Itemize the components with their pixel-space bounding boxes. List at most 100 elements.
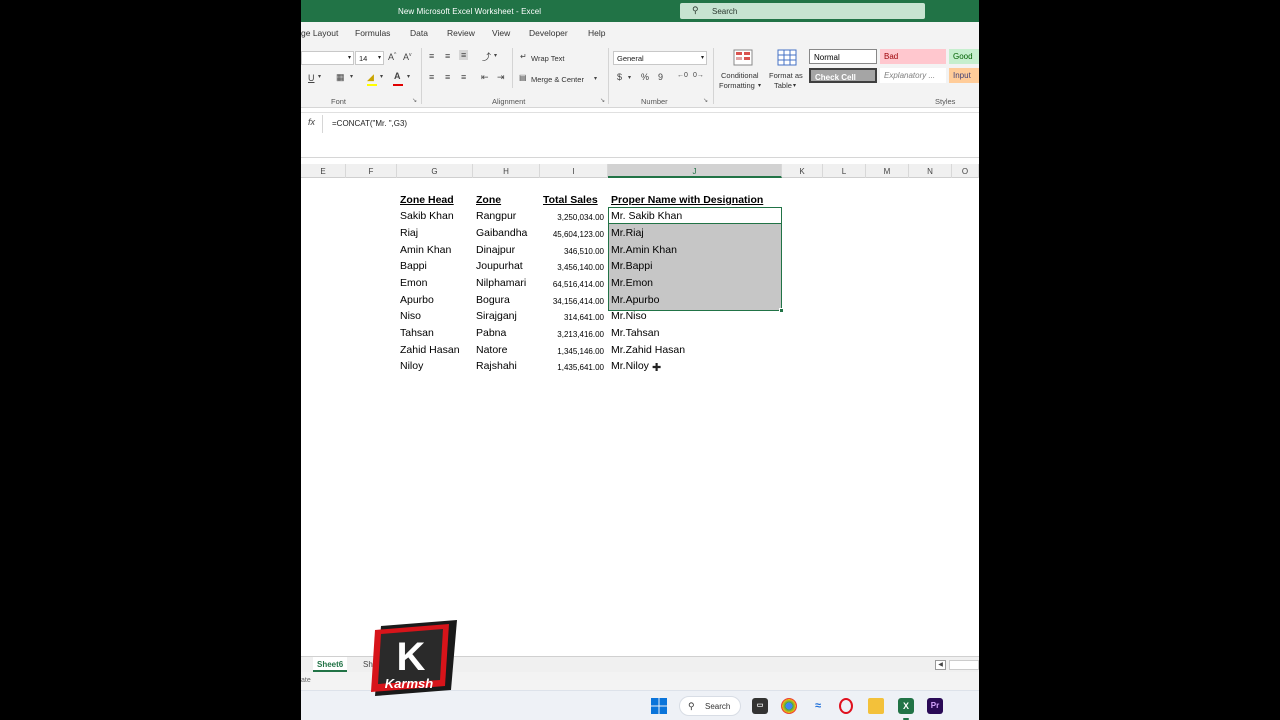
font-color-icon[interactable]: A <box>394 71 401 81</box>
cell-zone-head[interactable]: Niso <box>400 310 421 322</box>
dialog-launcher-icon[interactable]: ↘ <box>412 97 417 104</box>
borders-icon[interactable]: ▦ <box>336 72 345 83</box>
decrease-indent-icon[interactable]: ⇤ <box>481 72 489 83</box>
chevron-down-icon[interactable]: ▾ <box>793 82 796 89</box>
tab-formulas[interactable]: Formulas <box>355 28 390 38</box>
style-bad[interactable]: Bad <box>880 49 946 64</box>
tab-view[interactable]: View <box>492 28 510 38</box>
cell-total-sales[interactable]: 34,156,414.00 <box>540 297 604 306</box>
taskbar-search[interactable]: ⚲ Search <box>679 696 741 716</box>
header-zone[interactable]: Zone <box>476 194 501 206</box>
chevron-down-icon[interactable]: ▾ <box>594 75 597 82</box>
align-middle-icon[interactable]: ≡ <box>445 51 450 61</box>
decrease-font-icon[interactable]: Av <box>403 52 412 62</box>
cell-zone[interactable]: Sirajganj <box>476 310 517 322</box>
dialog-launcher-icon[interactable]: ↘ <box>600 97 605 104</box>
column-header-o[interactable]: O <box>952 164 979 178</box>
cell-total-sales[interactable]: 3,456,140.00 <box>540 263 604 272</box>
column-header-m[interactable]: M <box>866 164 909 178</box>
chevron-down-icon[interactable]: ▾ <box>628 74 631 81</box>
search-box[interactable]: ⚲ Search <box>680 3 925 19</box>
style-check-cell[interactable]: Check Cell <box>809 68 877 83</box>
merge-center-icon[interactable]: ▤ <box>519 73 527 82</box>
column-header-i[interactable]: I <box>540 164 608 178</box>
cell-proper-name[interactable]: Mr.Amin Khan <box>611 244 677 256</box>
opera-icon[interactable] <box>839 698 853 714</box>
column-header-h[interactable]: H <box>473 164 540 178</box>
cell-zone-head[interactable]: Tahsan <box>400 327 434 339</box>
scroll-track[interactable] <box>949 660 979 670</box>
conditional-formatting-label-2[interactable]: Formatting <box>719 81 755 90</box>
cell-total-sales[interactable]: 314,641.00 <box>540 313 604 322</box>
column-header-g[interactable]: G <box>397 164 473 178</box>
cell-proper-name[interactable]: Mr.Zahid Hasan <box>611 344 685 356</box>
fill-handle[interactable] <box>779 308 784 313</box>
style-explanatory[interactable]: Explanatory ... <box>880 68 946 83</box>
cell-zone-head[interactable]: Amin Khan <box>400 244 451 256</box>
style-good[interactable]: Good <box>949 49 979 64</box>
underline-icon[interactable]: U <box>308 73 315 83</box>
increase-font-icon[interactable]: A^ <box>388 52 396 62</box>
cell-zone-head[interactable]: Zahid Hasan <box>400 344 460 356</box>
align-center-icon[interactable]: ≡ <box>445 72 450 82</box>
cell-zone-head[interactable]: Bappi <box>400 260 427 272</box>
cell-proper-name[interactable]: Mr.Niloy <box>611 360 649 372</box>
cell-total-sales[interactable]: 64,516,414.00 <box>540 280 604 289</box>
sheet-tab-active[interactable]: Sheet6 <box>313 657 348 672</box>
cell-zone-head[interactable]: Sakib Khan <box>400 210 454 222</box>
formula-input[interactable]: =CONCAT("Mr. ",G3) <box>332 119 407 128</box>
task-view-icon[interactable]: ▭ <box>752 698 768 714</box>
fill-color-icon[interactable]: ◢ <box>367 72 374 83</box>
decrease-decimal-icon[interactable]: 0→ <box>693 72 704 79</box>
worksheet-grid[interactable]: Zone Head Zone Total Sales Proper Name w… <box>301 178 979 656</box>
merge-center-button[interactable]: Merge & Center <box>531 75 584 84</box>
file-explorer-icon[interactable] <box>868 698 884 714</box>
column-header-k[interactable]: K <box>782 164 823 178</box>
function-icon[interactable]: fx <box>301 115 323 133</box>
cell-proper-name[interactable]: Mr. Sakib Khan <box>611 210 682 222</box>
edge-wave-icon[interactable]: ≈ <box>810 698 826 714</box>
header-zone-head[interactable]: Zone Head <box>400 194 454 206</box>
font-size-box[interactable]: 14 ▾ <box>355 51 384 65</box>
header-total-sales[interactable]: Total Sales <box>543 194 598 206</box>
tab-developer[interactable]: Developer <box>529 28 568 38</box>
cell-total-sales[interactable]: 1,435,641.00 <box>540 363 604 372</box>
font-name-box[interactable]: ▾ <box>301 51 354 65</box>
wrap-text-button[interactable]: Wrap Text <box>531 54 565 63</box>
chevron-down-icon[interactable]: ▾ <box>380 73 383 80</box>
column-header-f[interactable]: F <box>346 164 397 178</box>
chevron-down-icon[interactable]: ▾ <box>407 73 410 80</box>
header-proper-name[interactable]: Proper Name with Designation <box>611 194 763 206</box>
cell-zone[interactable]: Rangpur <box>476 210 516 222</box>
tab-help[interactable]: Help <box>588 28 605 38</box>
format-as-table-icon[interactable] <box>777 49 797 66</box>
cell-total-sales[interactable]: 45,604,123.00 <box>540 230 604 239</box>
cell-zone[interactable]: Joupurhat <box>476 260 523 272</box>
cell-zone[interactable]: Rajshahi <box>476 360 517 372</box>
align-top-icon[interactable]: ≡ <box>429 51 434 61</box>
scroll-left-icon[interactable]: ◀ <box>935 660 946 670</box>
cell-zone[interactable]: Dinajpur <box>476 244 515 256</box>
cell-zone[interactable]: Pabna <box>476 327 506 339</box>
column-header-n[interactable]: N <box>909 164 952 178</box>
orientation-icon[interactable]: ⤴ <box>482 50 491 63</box>
cell-proper-name[interactable]: Mr.Emon <box>611 277 653 289</box>
wrap-text-icon[interactable]: ↵ <box>520 52 527 61</box>
cell-zone[interactable]: Natore <box>476 344 508 356</box>
cell-proper-name[interactable]: Mr.Bappi <box>611 260 652 272</box>
tab-data[interactable]: Data <box>410 28 428 38</box>
increase-indent-icon[interactable]: ⇥ <box>497 72 505 83</box>
cell-zone[interactable]: Gaibandha <box>476 227 527 239</box>
style-input[interactable]: Input <box>949 68 979 83</box>
format-as-table-label-1[interactable]: Format as <box>769 71 803 80</box>
cell-proper-name[interactable]: Mr.Apurbo <box>611 294 659 306</box>
column-header-l[interactable]: L <box>823 164 866 178</box>
tab-review[interactable]: Review <box>447 28 475 38</box>
cell-total-sales[interactable]: 3,213,416.00 <box>540 330 604 339</box>
cell-proper-name[interactable]: Mr.Niso <box>611 310 647 322</box>
tab-page-layout[interactable]: ge Layout <box>301 28 338 38</box>
cell-zone[interactable]: Nilphamari <box>476 277 526 289</box>
conditional-formatting-label-1[interactable]: Conditional <box>721 71 759 80</box>
chevron-down-icon[interactable]: ▾ <box>350 73 353 80</box>
align-right-icon[interactable]: ≡ <box>461 72 466 82</box>
